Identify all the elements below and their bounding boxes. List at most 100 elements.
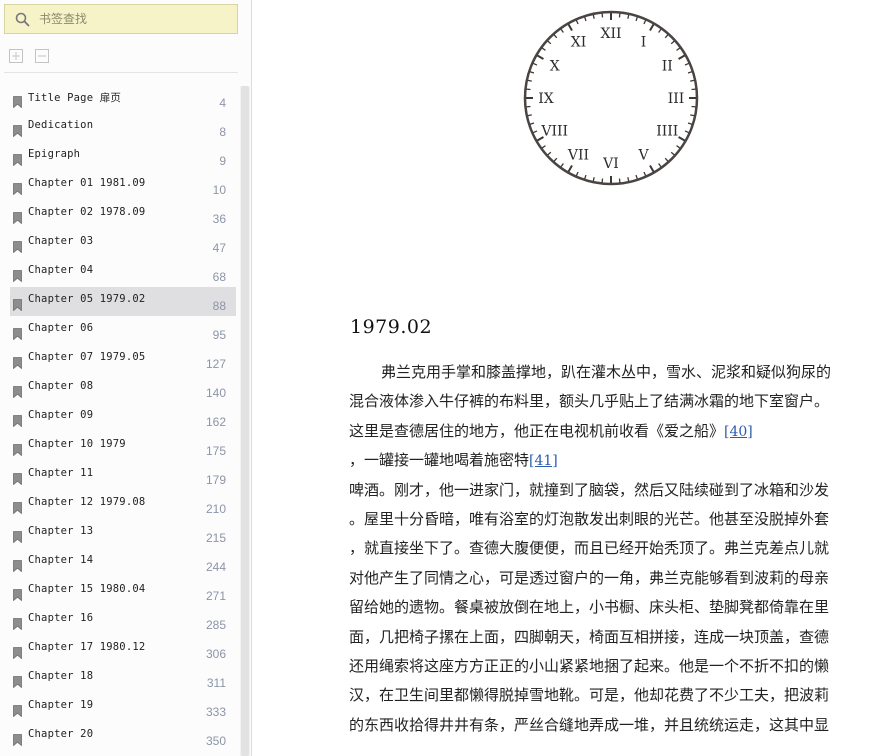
- sidebar-divider: [4, 72, 238, 73]
- toc-item[interactable]: Chapter 03 47: [10, 229, 236, 258]
- toc-item-page: 9: [219, 154, 226, 168]
- toc-item-label: Chapter 19: [28, 699, 94, 711]
- bookmark-icon: [13, 644, 22, 660]
- bookmark-icon: [13, 151, 22, 167]
- toc-item[interactable]: Chapter 20 350: [10, 722, 236, 751]
- bookmark-icon: [13, 557, 22, 573]
- bookmark-icon: [13, 702, 22, 718]
- toc-item-label: Chapter 17 1980.12: [28, 641, 146, 653]
- bookmark-search[interactable]: [4, 4, 238, 34]
- text-line: 还用绳索将这座方方正正的小山紧紧地捆了起来。他是一个不折不扣的懒: [349, 656, 830, 675]
- toc-item-page: 244: [205, 560, 226, 574]
- bookmark-icon: [13, 673, 22, 689]
- toc-item-page: 179: [205, 473, 226, 487]
- clock-numeral: VI: [602, 156, 619, 172]
- bookmark-icon: [13, 412, 22, 428]
- toc-item[interactable]: Chapter 15 1980.04 271: [10, 577, 236, 606]
- toc-item-label: Chapter 01 1981.09: [28, 177, 146, 189]
- toc-item[interactable]: Chapter 09 162: [10, 403, 236, 432]
- toc-item-page: 210: [205, 502, 226, 516]
- clock-numeral: I: [641, 35, 647, 51]
- toc-item-label: Chapter 20: [28, 728, 94, 740]
- toc-item[interactable]: Chapter 04 68: [10, 258, 236, 287]
- toc-item-label: Chapter 06: [28, 322, 94, 334]
- toc-item-label: Epigraph: [28, 148, 81, 160]
- toc-item-page: 311: [206, 676, 226, 690]
- toc-item-label: Chapter 11: [28, 467, 94, 479]
- toc-item[interactable]: Chapter 07 1979.05 127: [10, 345, 236, 374]
- toc-item[interactable]: Chapter 11 179: [10, 461, 236, 490]
- collapse-all-icon[interactable]: [34, 48, 50, 64]
- toc-item[interactable]: Chapter 14 244: [10, 548, 236, 577]
- clock-tick: [592, 14, 595, 19]
- toc-item-label: Chapter 03: [28, 235, 94, 247]
- toc-item-label: Chapter 14: [28, 554, 94, 566]
- text-line: 啤酒。刚才，他一进家门，就撞到了脑袋，然后又陆续碰到了冰箱和沙发: [349, 480, 830, 499]
- clock-numeral: XI: [571, 35, 587, 51]
- toc-item[interactable]: Chapter 06 95: [10, 316, 236, 345]
- footnote-link[interactable]: [40]: [724, 424, 753, 440]
- reader-page: XII I II III IIII V VI VII VIII IX X XI 1979.02 弗兰克…: [253, 0, 893, 756]
- toc-item[interactable]: Chapter 13 215: [10, 519, 236, 548]
- clock-numeral: IX: [538, 91, 554, 107]
- toc-item[interactable]: Chapter 01 1981.09 10: [10, 171, 236, 200]
- toc-item[interactable]: Chapter 10 1979 175: [10, 432, 236, 461]
- toc-item-page: 127: [205, 357, 226, 371]
- toc-item-page: 88: [212, 299, 226, 313]
- toc-item-page: 95: [212, 328, 226, 342]
- toc-item-page: 215: [205, 531, 226, 545]
- toc-item[interactable]: Chapter 18 311: [10, 664, 236, 693]
- toc-item-page: 350: [205, 734, 226, 748]
- toc-item[interactable]: Chapter 19 333: [10, 693, 236, 722]
- text-line: 弗兰克用手掌和膝盖撑地，趴在灌木丛中，雪水、泥浆和疑似狗尿的: [381, 363, 832, 381]
- text-line: 留给她的遗物。餐桌被放倒在地上，小书橱、床头柜、垫脚凳都倚靠在里: [349, 598, 830, 617]
- toc-item[interactable]: Epigraph 9: [10, 142, 236, 171]
- clock-tick: [592, 177, 595, 182]
- bookmark-toolbar: [8, 48, 50, 64]
- text-line: 。屋里十分昏暗，唯有浴室的灯泡散发出刺眼的光芒。他甚至没脱掉外套: [349, 509, 830, 528]
- toc-item[interactable]: Chapter 17 1980.12 306: [10, 635, 236, 664]
- bookmark-icon: [13, 470, 22, 486]
- text-line: 面，几把椅子摞在上面，四脚朝天，椅面互相拼接，连成一块顶盖，查德: [349, 627, 830, 646]
- clock-tick: [690, 114, 695, 117]
- bookmark-icon: [13, 325, 22, 341]
- toc-item[interactable]: Chapter 02 1978.09 36: [10, 200, 236, 229]
- toc-item-label: Chapter 18: [28, 670, 94, 682]
- bookmark-icon: [13, 441, 22, 457]
- clock-numeral: II: [662, 59, 673, 75]
- toc-item[interactable]: Chapter 05 1979.02 88: [10, 287, 236, 316]
- toc-item-page: 10: [212, 183, 226, 197]
- bookmark-icon: [13, 615, 22, 631]
- text-span: ，一罐接一罐地喝着施密特: [349, 451, 530, 470]
- toc-item-label: Chapter 02 1978.09: [28, 206, 146, 218]
- toc-item-page: 4: [219, 96, 226, 110]
- toc-item-page: 271: [205, 589, 226, 603]
- bookmark-search-input[interactable]: [39, 12, 229, 26]
- bookmark-icon: [13, 93, 22, 109]
- text-span: 这里是查德居住的地方，他正在电视机前收看《爱之船》: [349, 421, 725, 440]
- bookmark-icon: [13, 731, 22, 747]
- text-line: 对他产生了同情之心，可是透过窗户的一角，弗兰克能够看到波莉的母亲: [349, 568, 830, 587]
- expand-all-icon[interactable]: [8, 48, 24, 64]
- toc-item[interactable]: Chapter 08 140: [10, 374, 236, 403]
- footnote-link[interactable]: [41]: [529, 453, 558, 469]
- text-line: 的东西收拾得井井有条，严丝合缝地弄成一堆，并且统统运走，这其中显: [349, 715, 830, 734]
- toc-item[interactable]: Chapter 12 1979.08 210: [10, 490, 236, 519]
- toc-item[interactable]: Chapter 16 285: [10, 606, 236, 635]
- toc-item-page: 162: [205, 415, 226, 429]
- text-line: ，就直接坐下了。查德大腹便便，而且已经开始秃顶了。弗兰克差点儿就: [349, 539, 830, 558]
- toc-item-label: Title Page 扉页: [28, 92, 122, 104]
- clock-tick: [627, 177, 630, 182]
- toc-item[interactable]: Title Page 扉页 4: [10, 84, 236, 113]
- toc-item-page: 175: [205, 444, 226, 458]
- toc-item-page: 333: [205, 705, 226, 719]
- bookmark-icon: [13, 209, 22, 225]
- bookmark-icon: [13, 383, 22, 399]
- chapter-title: 1979.02: [350, 316, 433, 338]
- clock-numeral: V: [637, 147, 649, 163]
- toc-item[interactable]: Dedication 8: [10, 113, 236, 142]
- toc-item-page: 36: [212, 212, 226, 226]
- sidebar-scrollbar[interactable]: [241, 86, 249, 756]
- bookmark-icon: [13, 528, 22, 544]
- clock-numeral: X: [550, 59, 560, 75]
